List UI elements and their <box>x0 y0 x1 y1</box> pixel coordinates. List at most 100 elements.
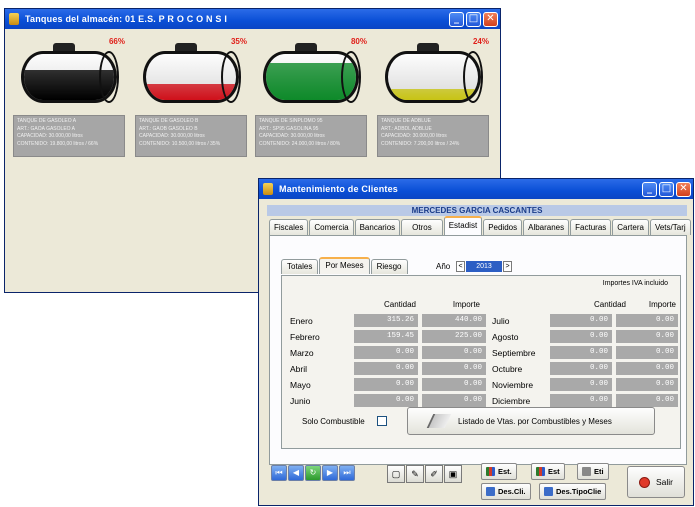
cantidad-cell: 0.00 <box>550 346 612 359</box>
tab-albaranes[interactable]: Albaranes <box>523 219 570 235</box>
eti-button-label: Eti <box>594 467 604 476</box>
year-next-icon[interactable]: > <box>503 261 512 272</box>
listado-ventas-button[interactable]: Listado de Vtas. por Combustibles y Mese… <box>407 407 655 435</box>
minimize-icon[interactable]: _ <box>449 11 464 27</box>
tank-end <box>221 51 241 103</box>
tab-otros[interactable]: Otros <box>401 219 443 235</box>
clients-window: Mantenimiento de Clientes _ □ ✕ MERCEDES… <box>258 178 694 506</box>
month-label: Febrero <box>290 332 320 342</box>
importe-cell: 0.00 <box>422 378 486 391</box>
tab-fiscales[interactable]: Fiscales <box>269 219 309 235</box>
cantidad-cell: 0.00 <box>550 394 612 407</box>
new-record-icon[interactable]: ▢ <box>387 465 405 483</box>
salir-button[interactable]: Salir <box>627 466 685 498</box>
tank-info-line: ART.: GAOB GASOLEO B <box>139 125 198 132</box>
refresh-icon[interactable]: ↻ <box>305 465 321 481</box>
col-header-importe: Importe <box>452 300 480 309</box>
cantidad-cell: 159.45 <box>354 330 418 343</box>
subtab-riesgo[interactable]: Riesgo <box>370 259 408 274</box>
maximize-icon[interactable]: □ <box>659 181 674 197</box>
pencil-icon[interactable]: ✐ <box>425 465 443 483</box>
filter-icon <box>486 487 495 496</box>
last-record-icon[interactable]: ⏭ <box>339 465 355 481</box>
eti-button[interactable]: Eti <box>577 463 609 480</box>
tab-pedidos[interactable]: Pedidos <box>483 219 523 235</box>
tank-info-line: TANQUE DE SINPLOMO 95 <box>259 118 323 124</box>
tab-estadist[interactable]: Estadist <box>443 216 483 235</box>
tank-info-line: ART.: GAOA GASOLEO A <box>17 125 75 132</box>
cantidad-cell: 0.00 <box>354 362 418 375</box>
importe-cell: 225.00 <box>422 330 486 343</box>
tank-info-line: TANQUE DE ADBLUE <box>381 118 431 124</box>
edit-toolbar: ▢ ✎ ✐ ▣ <box>387 465 462 483</box>
tank-percent: 24% <box>472 37 489 46</box>
importe-cell: 0.00 <box>616 330 678 343</box>
printer-icon <box>582 467 591 476</box>
close-icon[interactable]: ✕ <box>483 11 498 27</box>
subtab-totales[interactable]: Totales <box>281 259 319 274</box>
est-button[interactable]: Est. <box>481 463 517 480</box>
month-label: Octubre <box>492 364 523 374</box>
tab-facturas[interactable]: Facturas <box>570 219 612 235</box>
tank-info-line: CAPACIDAD: 30.000,00 litros <box>259 133 325 140</box>
filter-icon <box>544 487 553 496</box>
save-icon[interactable]: ▣ <box>444 465 462 483</box>
eti-est-button-label: Est <box>548 467 560 476</box>
month-label: Abril <box>290 364 308 374</box>
des-tipo-clie-button[interactable]: Des.TipoClie <box>539 483 607 500</box>
year-value[interactable]: 2013 <box>466 261 502 272</box>
tank-info-line: TANQUE DE GASOLEO B <box>139 118 199 124</box>
tank-info-line: CONTENIDO: 24.000,00 litros / 80% <box>259 140 341 147</box>
cantidad-cell: 0.00 <box>550 362 612 375</box>
year-label: Año <box>436 262 451 271</box>
month-label: Marzo <box>290 348 314 358</box>
app-icon <box>9 13 19 25</box>
des-cli-button[interactable]: Des.Cli. <box>481 483 531 500</box>
tank-info: TANQUE DE GASOLEO A ART.: GAOA GASOLEO A… <box>13 115 125 157</box>
importe-cell: 0.00 <box>422 362 486 375</box>
edit-record-icon[interactable]: ✎ <box>406 465 424 483</box>
month-label: Junio <box>290 396 311 406</box>
solo-combustible-checkbox[interactable] <box>377 416 387 426</box>
next-record-icon[interactable]: ▶ <box>322 465 338 481</box>
importe-cell: 0.00 <box>422 346 486 359</box>
month-label: Julio <box>492 316 510 326</box>
tank-info-line: CAPACIDAD: 30.000,00 litros <box>381 133 447 140</box>
tank-end <box>463 51 483 103</box>
main-tabs: Fiscales Comercia Bancarios Otros Estadi… <box>269 216 691 235</box>
clients-title-bar[interactable]: Mantenimiento de Clientes _ □ ✕ <box>259 179 693 199</box>
maximize-icon[interactable]: □ <box>466 11 481 27</box>
month-label: Septiembre <box>492 348 536 358</box>
eti-est-button[interactable]: Est <box>531 463 565 480</box>
col-header-cantidad: Cantidad <box>593 300 626 309</box>
tank-percent: 35% <box>230 37 247 46</box>
solo-combustible-label: Solo Combustible <box>302 417 365 426</box>
prev-record-icon[interactable]: ◀ <box>288 465 304 481</box>
tank-end <box>99 51 119 103</box>
cantidad-cell: 0.00 <box>550 330 612 343</box>
tab-vets-tarj[interactable]: Vets/Tarj <box>649 219 691 235</box>
importe-cell: 0.00 <box>616 362 678 375</box>
chart-icon <box>536 467 545 476</box>
importe-cell: 0.00 <box>616 346 678 359</box>
year-prev-icon[interactable]: < <box>456 261 465 272</box>
first-record-icon[interactable]: ⏮ <box>271 465 287 481</box>
tab-cartera[interactable]: Cartera <box>612 219 649 235</box>
month-label: Noviembre <box>492 380 534 390</box>
month-label: Enero <box>290 316 313 326</box>
tank-info: TANQUE DE SINPLOMO 95 ART.: SP95 GASOLIN… <box>255 115 367 157</box>
tank-end <box>341 51 361 103</box>
tank-info: TANQUE DE GASOLEO B ART.: GAOB GASOLEO B… <box>135 115 247 157</box>
tank-info-line: CAPACIDAD: 30.000,00 litros <box>139 133 205 140</box>
tab-comercia[interactable]: Comercia <box>309 219 354 235</box>
cantidad-cell: 0.00 <box>550 378 612 391</box>
close-icon[interactable]: ✕ <box>676 181 691 197</box>
tank-percent: 66% <box>108 37 125 46</box>
year-selector: < 2013 > <box>456 261 512 272</box>
subtab-por-meses[interactable]: Por Meses <box>319 257 370 274</box>
tank-info-line: ART.: SP95 GASOLINA 95 <box>259 125 319 132</box>
tanks-title-bar[interactable]: Tanques del almacén: 01 E.S. P R O C O N… <box>5 9 500 29</box>
cantidad-cell: 0.00 <box>354 346 418 359</box>
tab-bancarios[interactable]: Bancarios <box>354 219 401 235</box>
minimize-icon[interactable]: _ <box>642 181 657 197</box>
